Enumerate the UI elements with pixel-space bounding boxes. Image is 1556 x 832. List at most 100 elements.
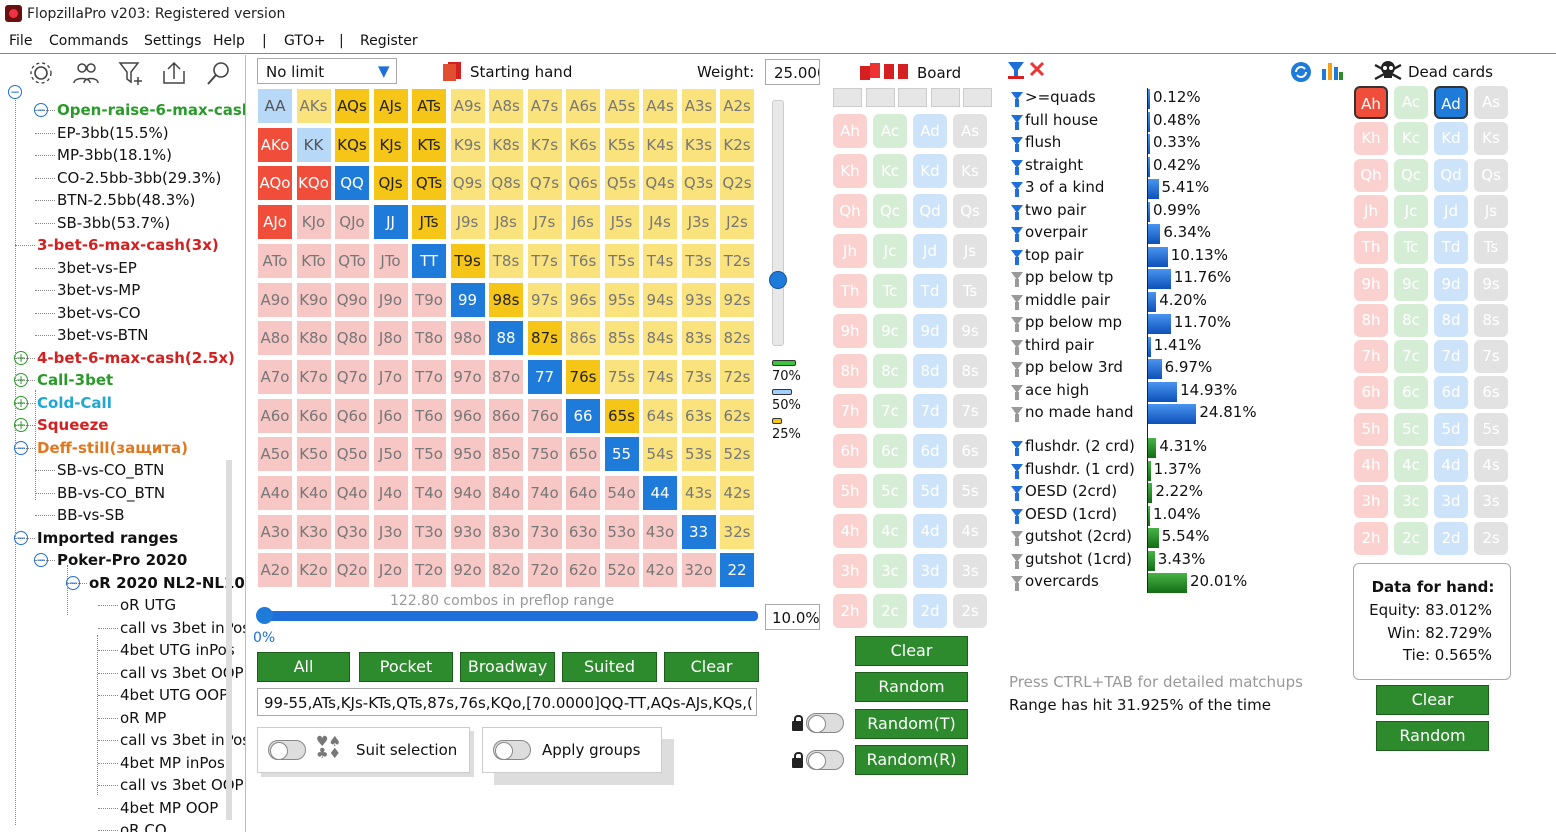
dead-card-4h[interactable]: 4h	[1354, 449, 1388, 482]
hand-cell[interactable]: ATs	[411, 88, 447, 124]
dead-card-Tc[interactable]: Tc	[1394, 231, 1428, 265]
board-card-7h[interactable]: 7h	[833, 394, 867, 428]
hand-cell[interactable]: T6s	[565, 242, 601, 279]
expand-icon[interactable]: +	[14, 418, 28, 432]
board-card-4h[interactable]: 4h	[833, 514, 867, 548]
hand-cell[interactable]: A5o	[257, 436, 293, 473]
board-card-9c[interactable]: 9c	[873, 314, 907, 348]
hand-cell[interactable]: T8s	[488, 242, 524, 279]
hand-cell[interactable]: 97o	[449, 358, 486, 395]
search-icon[interactable]	[205, 59, 233, 87]
hand-cell[interactable]: 94o	[449, 475, 486, 511]
menu-gto[interactable]: GTO+	[284, 33, 326, 49]
stat-label[interactable]: flush	[1025, 133, 1061, 151]
board-random-button[interactable]: Random	[855, 672, 968, 702]
tree-item[interactable]: 3-bet-6-max-cash(3x)	[37, 234, 219, 256]
filter-icon[interactable]	[1011, 182, 1023, 197]
dead-card-5s[interactable]: 5s	[1474, 412, 1508, 446]
weight-slider-thumb[interactable]	[769, 271, 787, 289]
stat-label[interactable]: pp below 3rd	[1025, 358, 1123, 376]
board-card-7s[interactable]: 7s	[953, 394, 987, 428]
hand-cell[interactable]: JTo	[372, 242, 409, 279]
expand-icon[interactable]: +	[14, 373, 28, 387]
hand-cell[interactable]: QJo	[334, 204, 370, 241]
board-card-3h[interactable]: 3h	[833, 554, 867, 588]
tree-item[interactable]: Cold-Call	[37, 392, 112, 414]
dead-card-9d[interactable]: 9d	[1434, 267, 1468, 301]
filter-icon[interactable]	[1011, 362, 1023, 377]
tree-item[interactable]: 3bet-vs-MP	[57, 279, 140, 301]
board-slot[interactable]	[930, 88, 960, 107]
tree-item[interactable]: EP-3bb(15.5%)	[57, 122, 169, 144]
stat-label[interactable]: middle pair	[1025, 291, 1110, 309]
hand-cell[interactable]: Q5o	[334, 436, 370, 473]
filter-icon[interactable]	[1011, 159, 1023, 175]
suit-selection-toggle[interactable]	[268, 740, 306, 760]
hand-cell[interactable]: 32s	[719, 513, 755, 550]
hand-cell[interactable]: Q6s	[565, 165, 601, 202]
hand-cell[interactable]: K2o	[295, 552, 332, 589]
hand-cell[interactable]: Q7o	[334, 358, 370, 395]
dead-card-5c[interactable]: 5c	[1394, 412, 1428, 446]
collapse-icon[interactable]: −	[14, 530, 28, 545]
dead-card-Qs[interactable]: Qs	[1474, 158, 1508, 192]
hand-cell[interactable]: KQo	[295, 165, 332, 202]
hand-cell[interactable]: K6s	[565, 126, 601, 163]
hand-cell[interactable]: Q8s	[488, 165, 524, 202]
board-card-8c[interactable]: 8c	[873, 354, 907, 388]
hand-cell[interactable]: Q2o	[334, 552, 370, 589]
hand-cell[interactable]: 86s	[565, 320, 601, 357]
board-card-Qs[interactable]: Qs	[953, 194, 987, 228]
range-text-input[interactable]: 99-55,ATs,KJs-KTs,QTs,87s,76s,KQo,[70.00…	[257, 688, 757, 716]
menu-settings[interactable]: Settings	[144, 33, 201, 49]
random-r-button[interactable]: Random(R)	[855, 745, 968, 775]
hand-cell[interactable]: 86o	[488, 397, 524, 434]
stat-label[interactable]: pp below mp	[1025, 313, 1122, 331]
filter-icon[interactable]	[1011, 204, 1023, 220]
board-card-9h[interactable]: 9h	[833, 314, 867, 348]
hand-cell[interactable]: Q5s	[603, 165, 640, 202]
dead-card-3s[interactable]: 3s	[1474, 485, 1508, 519]
filter-icon[interactable]	[1011, 508, 1023, 524]
clear-filter-icon[interactable]	[1028, 60, 1046, 78]
broadway-button[interactable]: Broadway	[460, 652, 555, 682]
hand-cell[interactable]: AQs	[334, 88, 370, 124]
board-card-Kh[interactable]: Kh	[833, 154, 867, 188]
hand-cell[interactable]: 99	[449, 281, 486, 318]
menu-commands[interactable]: Commands	[49, 33, 128, 49]
dead-card-8h[interactable]: 8h	[1354, 303, 1388, 337]
tree-item[interactable]: Open-raise-6-max-cash	[57, 99, 245, 121]
hand-cell[interactable]: KTo	[295, 242, 332, 279]
stat-label[interactable]: pp below tp	[1025, 268, 1113, 286]
stat-label[interactable]: top pair	[1025, 246, 1083, 264]
hand-cell[interactable]: 42o	[642, 552, 678, 589]
hand-cell[interactable]: J4s	[642, 204, 678, 241]
dead-card-Td[interactable]: Td	[1434, 231, 1468, 265]
hand-cell[interactable]: J3o	[372, 513, 409, 550]
hand-cell[interactable]: QTs	[411, 165, 447, 202]
hand-cell[interactable]: K6o	[295, 397, 332, 434]
hand-cell[interactable]: 83s	[680, 320, 717, 357]
stat-label[interactable]: flushdr. (1 crd)	[1025, 460, 1135, 478]
dead-card-As[interactable]: As	[1474, 86, 1508, 119]
hand-cell[interactable]: 77	[526, 358, 563, 395]
hand-cell[interactable]: T2o	[411, 552, 447, 589]
board-card-Ts[interactable]: Ts	[953, 274, 987, 308]
dead-card-Jd[interactable]: Jd	[1434, 194, 1468, 228]
hand-cell[interactable]: 43o	[642, 513, 678, 550]
hand-cell[interactable]: 52s	[719, 436, 755, 473]
board-card-5h[interactable]: 5h	[833, 474, 867, 508]
board-card-3c[interactable]: 3c	[873, 554, 907, 588]
tree-item[interactable]: 4bet UTG OOP	[120, 684, 228, 706]
hand-cell[interactable]: 73o	[526, 513, 563, 550]
tree-item[interactable]: 4bet MP OOP	[120, 797, 218, 819]
hand-cell[interactable]: 94s	[642, 281, 678, 318]
random-t-button[interactable]: Random(T)	[855, 709, 968, 739]
hand-cell[interactable]: 82o	[488, 552, 524, 589]
board-card-Jh[interactable]: Jh	[833, 234, 867, 268]
filter-icon[interactable]	[1011, 294, 1023, 310]
random-r-toggle[interactable]	[806, 750, 844, 770]
hand-cell[interactable]: 66	[565, 397, 601, 434]
board-card-Ks[interactable]: Ks	[953, 154, 987, 188]
tree-item[interactable]: 3bet-vs-EP	[57, 257, 137, 279]
